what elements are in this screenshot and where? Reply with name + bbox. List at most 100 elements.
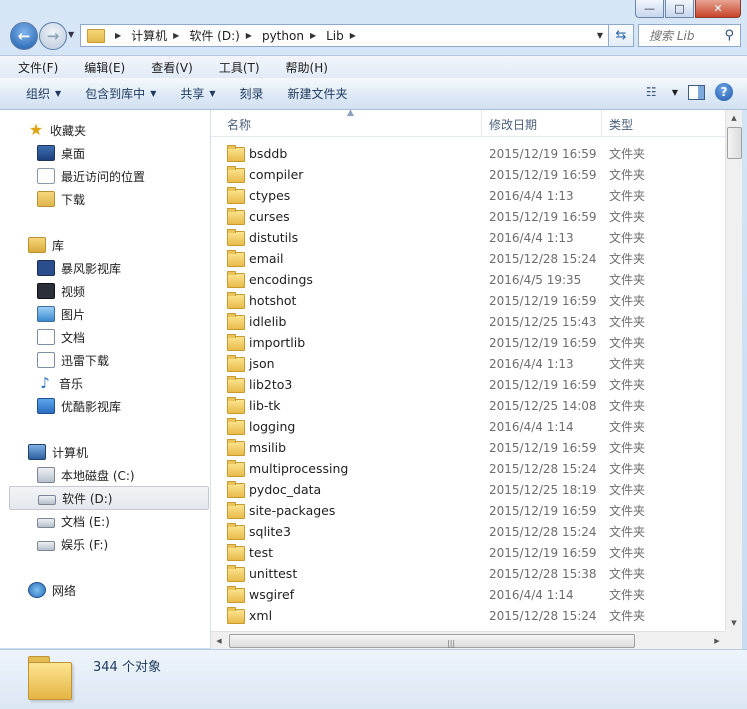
file-row[interactable]: ctypes 2016/4/4 1:13 文件夹 [211, 185, 725, 206]
nav-drive-e[interactable]: 文档 (E:) [37, 510, 110, 532]
file-row[interactable]: bsddb 2015/12/19 16:59 文件夹 [211, 143, 725, 164]
column-divider[interactable] [601, 110, 602, 136]
file-row[interactable]: importlib 2015/12/19 16:59 文件夹 [211, 332, 725, 353]
preview-pane-button[interactable] [688, 84, 705, 100]
breadcrumb-drive-d[interactable]: 软件 (D:) [189, 27, 239, 44]
column-header-name[interactable]: 名称 [227, 116, 251, 133]
file-row[interactable]: pydoc_data 2015/12/25 18:19 文件夹 [211, 479, 725, 500]
nav-pictures[interactable]: 图片 [37, 303, 85, 325]
burn-button[interactable]: 刻录 [228, 85, 276, 102]
menu-help[interactable]: 帮助(H) [268, 59, 336, 76]
arrow-right-icon: ▶ [714, 636, 720, 645]
menu-tools[interactable]: 工具(T) [201, 59, 268, 76]
back-button[interactable]: ← [10, 22, 38, 50]
chevron-right-icon[interactable]: ▶ [246, 31, 252, 40]
file-row[interactable]: lib2to3 2015/12/19 16:59 文件夹 [211, 374, 725, 395]
nav-recent-places[interactable]: 最近访问的位置 [37, 165, 145, 187]
network-icon [28, 582, 46, 598]
horizontal-scroll-thumb[interactable]: ||| [229, 634, 635, 648]
nav-thunder-downloads[interactable]: 迅雷下载 [37, 349, 109, 371]
search-icon[interactable]: ⚲ [724, 28, 734, 43]
scroll-up-button[interactable]: ▲ [726, 110, 742, 126]
nav-drive-f[interactable]: 娱乐 (F:) [37, 533, 108, 555]
file-row[interactable]: email 2015/12/28 15:24 文件夹 [211, 248, 725, 269]
file-row[interactable]: msilib 2015/12/19 16:59 文件夹 [211, 437, 725, 458]
file-row[interactable]: test 2015/12/19 16:59 文件夹 [211, 542, 725, 563]
chevron-right-icon[interactable]: ▶ [310, 31, 316, 40]
breadcrumb-lib[interactable]: Lib [326, 29, 344, 43]
file-row[interactable]: compiler 2015/12/19 16:59 文件夹 [211, 164, 725, 185]
include-in-library-button[interactable]: 包含到库中 ▼ [73, 85, 168, 102]
help-icon[interactable]: ? [715, 83, 733, 101]
burn-label: 刻录 [239, 87, 264, 101]
search-input[interactable] [647, 27, 725, 44]
file-name: site-packages [249, 503, 336, 518]
file-name: email [249, 251, 284, 266]
recent-pages-dropdown[interactable]: ▼ [68, 30, 74, 39]
file-row[interactable]: wsgiref 2016/4/4 1:14 文件夹 [211, 584, 725, 605]
horizontal-scrollbar[interactable]: ◀ ||| ▶ [211, 631, 725, 649]
breadcrumb-python[interactable]: python [262, 29, 304, 43]
file-row[interactable]: logging 2016/4/4 1:14 文件夹 [211, 416, 725, 437]
nav-desktop[interactable]: 桌面 [37, 142, 85, 164]
maximize-button[interactable]: □ [665, 0, 694, 18]
file-row[interactable]: site-packages 2015/12/19 16:59 文件夹 [211, 500, 725, 521]
nav-baofeng-library[interactable]: 暴风影视库 [37, 257, 121, 279]
nav-music[interactable]: ♪ 音乐 [37, 372, 83, 394]
new-folder-button[interactable]: 新建文件夹 [276, 85, 360, 102]
chevron-right-icon[interactable]: ▶ [173, 31, 179, 40]
minimize-button[interactable]: — [635, 0, 664, 18]
address-history-dropdown[interactable]: ▼ [597, 31, 603, 40]
file-row[interactable]: lib-tk 2015/12/25 14:08 文件夹 [211, 395, 725, 416]
scroll-left-button[interactable]: ◀ [211, 633, 227, 648]
change-view-button[interactable]: ☷ [646, 85, 662, 99]
file-row[interactable]: idlelib 2015/12/25 15:43 文件夹 [211, 311, 725, 332]
refresh-button[interactable]: ⇆ [608, 24, 634, 47]
folder-icon [227, 460, 245, 477]
nav-drive-c[interactable]: 本地磁盘 (C:) [37, 464, 135, 486]
file-row[interactable]: multiprocessing 2015/12/28 15:24 文件夹 [211, 458, 725, 479]
view-options-dropdown[interactable]: ▼ [672, 88, 678, 97]
nav-network[interactable]: 网络 [28, 579, 76, 601]
share-button[interactable]: 共享 ▼ [168, 85, 227, 102]
forward-button[interactable]: → [39, 22, 67, 50]
file-row[interactable]: distutils 2016/4/4 1:13 文件夹 [211, 227, 725, 248]
vertical-scroll-thumb[interactable] [727, 127, 742, 159]
file-row[interactable]: xml 2015/12/28 15:24 文件夹 [211, 605, 725, 626]
column-header-type[interactable]: 类型 [609, 116, 633, 133]
document-icon [37, 329, 55, 345]
column-header-date[interactable]: 修改日期 [489, 116, 537, 133]
nav-youku-library[interactable]: 优酷影视库 [37, 395, 121, 417]
menu-edit[interactable]: 编辑(E) [66, 59, 133, 76]
close-button[interactable]: ✕ [695, 0, 741, 18]
folder-icon [227, 544, 245, 561]
file-row[interactable]: encodings 2016/4/5 19:35 文件夹 [211, 269, 725, 290]
nav-computer[interactable]: 计算机 [28, 441, 88, 463]
organize-button[interactable]: 组织 ▼ [0, 85, 73, 102]
menu-file[interactable]: 文件(F) [0, 59, 66, 76]
chevron-right-icon[interactable]: ▶ [350, 31, 356, 40]
nav-videos[interactable]: 视频 [37, 280, 85, 302]
nav-drive-d[interactable]: 软件 (D:) [9, 486, 209, 510]
menu-view[interactable]: 查看(V) [133, 59, 201, 76]
column-divider[interactable] [481, 110, 482, 136]
nav-documents[interactable]: 文档 [37, 326, 85, 348]
file-row[interactable]: curses 2015/12/19 16:59 文件夹 [211, 206, 725, 227]
nav-favorites[interactable]: ★ 收藏夹 [28, 119, 86, 141]
file-row[interactable]: sqlite3 2015/12/28 15:24 文件夹 [211, 521, 725, 542]
scroll-down-button[interactable]: ▼ [726, 615, 742, 631]
file-row[interactable]: hotshot 2015/12/19 16:59 文件夹 [211, 290, 725, 311]
chevron-right-icon[interactable]: ▶ [115, 31, 121, 40]
breadcrumb-computer[interactable]: 计算机 [131, 27, 167, 44]
nav-drive-e-label: 文档 (E:) [61, 514, 110, 529]
scroll-right-button[interactable]: ▶ [709, 633, 725, 648]
nav-downloads[interactable]: 下载 [37, 188, 85, 210]
nav-baofeng-label: 暴风影视库 [61, 261, 122, 276]
vertical-scrollbar[interactable]: ▲ ▼ [725, 110, 742, 631]
address-bar[interactable]: ▶ 计算机 ▶ 软件 (D:) ▶ python ▶ Lib ▶ ▼ [80, 24, 610, 47]
file-row[interactable]: json 2016/4/4 1:13 文件夹 [211, 353, 725, 374]
nav-libraries[interactable]: 库 [28, 234, 64, 256]
search-box[interactable]: ⚲ [638, 24, 741, 47]
file-row[interactable]: unittest 2015/12/28 15:38 文件夹 [211, 563, 725, 584]
folder-icon [28, 656, 74, 700]
